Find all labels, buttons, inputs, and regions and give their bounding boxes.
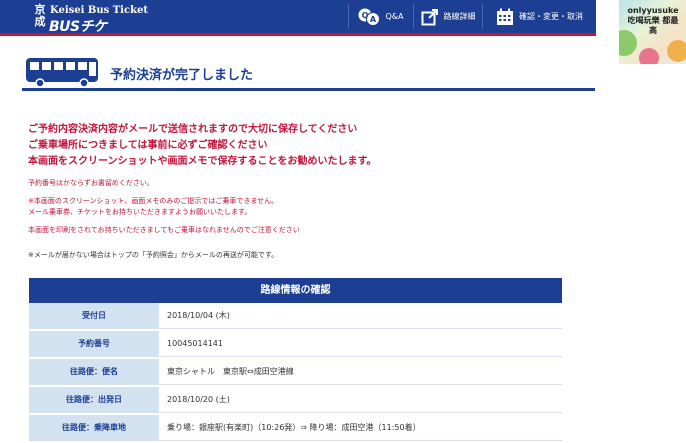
keisei-bus-ticket-logo[interactable]: 京成 Keisei Bus Ticket BUSチケ bbox=[34, 3, 148, 36]
bus-icon bbox=[26, 58, 98, 88]
email-resend-note: ※メールが届かない場合はトップの「予約照会」からメールの再送が可能です。 bbox=[28, 251, 279, 259]
route-info-table: 路線情報の確認 受付日 2018/10/04 (木) 予約番号 10045014… bbox=[29, 278, 562, 443]
notice-text: 本画面を印刷をされてお持ちいただきましてもご乗車はなれませんのでご注意ください bbox=[28, 226, 300, 234]
external-link-icon bbox=[421, 8, 438, 25]
notice-text: 予約番号はかならずお書留めください。 bbox=[28, 179, 154, 187]
table-row: 受付日 2018/10/04 (木) bbox=[29, 303, 562, 331]
logo-english: Keisei Bus Ticket bbox=[50, 5, 148, 16]
message-line: ご予約内容決済内容がメールで送信されますので大切に保存してください bbox=[28, 124, 358, 135]
table-row: 往路便：出発日 2018/10/20 (土) bbox=[29, 387, 562, 415]
nav-booking-label: 確認・変更・取消 bbox=[519, 12, 583, 21]
row-label: 往路便：便名 bbox=[29, 359, 159, 385]
page-title: 予約決済が完了しました bbox=[110, 68, 254, 83]
site-header: 京成 Keisei Bus Ticket BUSチケ Q A Q&A 路線詳細 bbox=[0, 0, 596, 36]
table-row: 往路便：便名 東京シャトル 東京駅⇔成田空港線 bbox=[29, 359, 562, 387]
table-heading: 路線情報の確認 bbox=[29, 278, 562, 303]
row-value: 東京シャトル 東京駅⇔成田空港線 bbox=[159, 359, 562, 385]
nav-qa[interactable]: Q A Q&A bbox=[348, 0, 413, 33]
nav-divider bbox=[482, 4, 483, 29]
row-label: 往路便：乗降車地 bbox=[29, 415, 159, 441]
table-row: 予約番号 10045014141 bbox=[29, 331, 562, 359]
advertisement-banner[interactable]: onlyyusuke 吃喝玩樂 都最高 bbox=[619, 0, 686, 64]
nav-route-label: 路線詳細 bbox=[443, 12, 476, 21]
logo-kanji: 京成 bbox=[34, 3, 46, 28]
svg-text:Q: Q bbox=[362, 11, 369, 20]
notice-text: メール乗車券、チケットをお持ちいただきますようお願いいたします。 bbox=[28, 208, 252, 216]
nav-check-change-cancel[interactable]: 確認・変更・取消 bbox=[482, 0, 596, 33]
nav-route-details[interactable]: 路線詳細 bbox=[413, 0, 482, 33]
page-title-bar: 予約決済が完了しました bbox=[22, 56, 595, 91]
table-row: 往路便：乗降車地 乗り場：銀座駅(有楽町)（10:26発）⇒ 降り場：成田空港（… bbox=[29, 415, 562, 443]
svg-text:A: A bbox=[370, 15, 377, 24]
row-label: 予約番号 bbox=[29, 331, 159, 357]
row-value: 10045014141 bbox=[159, 331, 562, 357]
row-value: 2018/10/20 (土) bbox=[159, 387, 562, 413]
notice-text: ※本画面のスクリーンショット、画面メモのみのご提示ではご乗車できません。 bbox=[28, 197, 279, 205]
row-value: 2018/10/04 (木) bbox=[159, 303, 562, 329]
ad-text: onlyyusuke 吃喝玩樂 都最高 bbox=[627, 6, 679, 35]
row-label: 往路便：出発日 bbox=[29, 387, 159, 413]
calendar-icon bbox=[497, 8, 513, 25]
qa-icon: Q A bbox=[358, 8, 381, 26]
nav-divider bbox=[348, 4, 349, 29]
message-line: ご乗車場所につきましては事前に必ずご確認ください bbox=[28, 140, 268, 151]
logo-bus-text: BUSチケ bbox=[49, 19, 107, 35]
row-label: 受付日 bbox=[29, 303, 159, 329]
nav-qa-label: Q&A bbox=[385, 12, 404, 21]
nav-divider bbox=[413, 4, 414, 29]
ad-decoration bbox=[639, 48, 659, 64]
message-line: 本画面をスクリーンショットや画面メモで保存することをお勧めいたします。 bbox=[28, 156, 377, 167]
row-value: 乗り場：銀座駅(有楽町)（10:26発）⇒ 降り場：成田空港（11:50着） bbox=[159, 415, 562, 441]
ad-decoration bbox=[667, 40, 686, 62]
